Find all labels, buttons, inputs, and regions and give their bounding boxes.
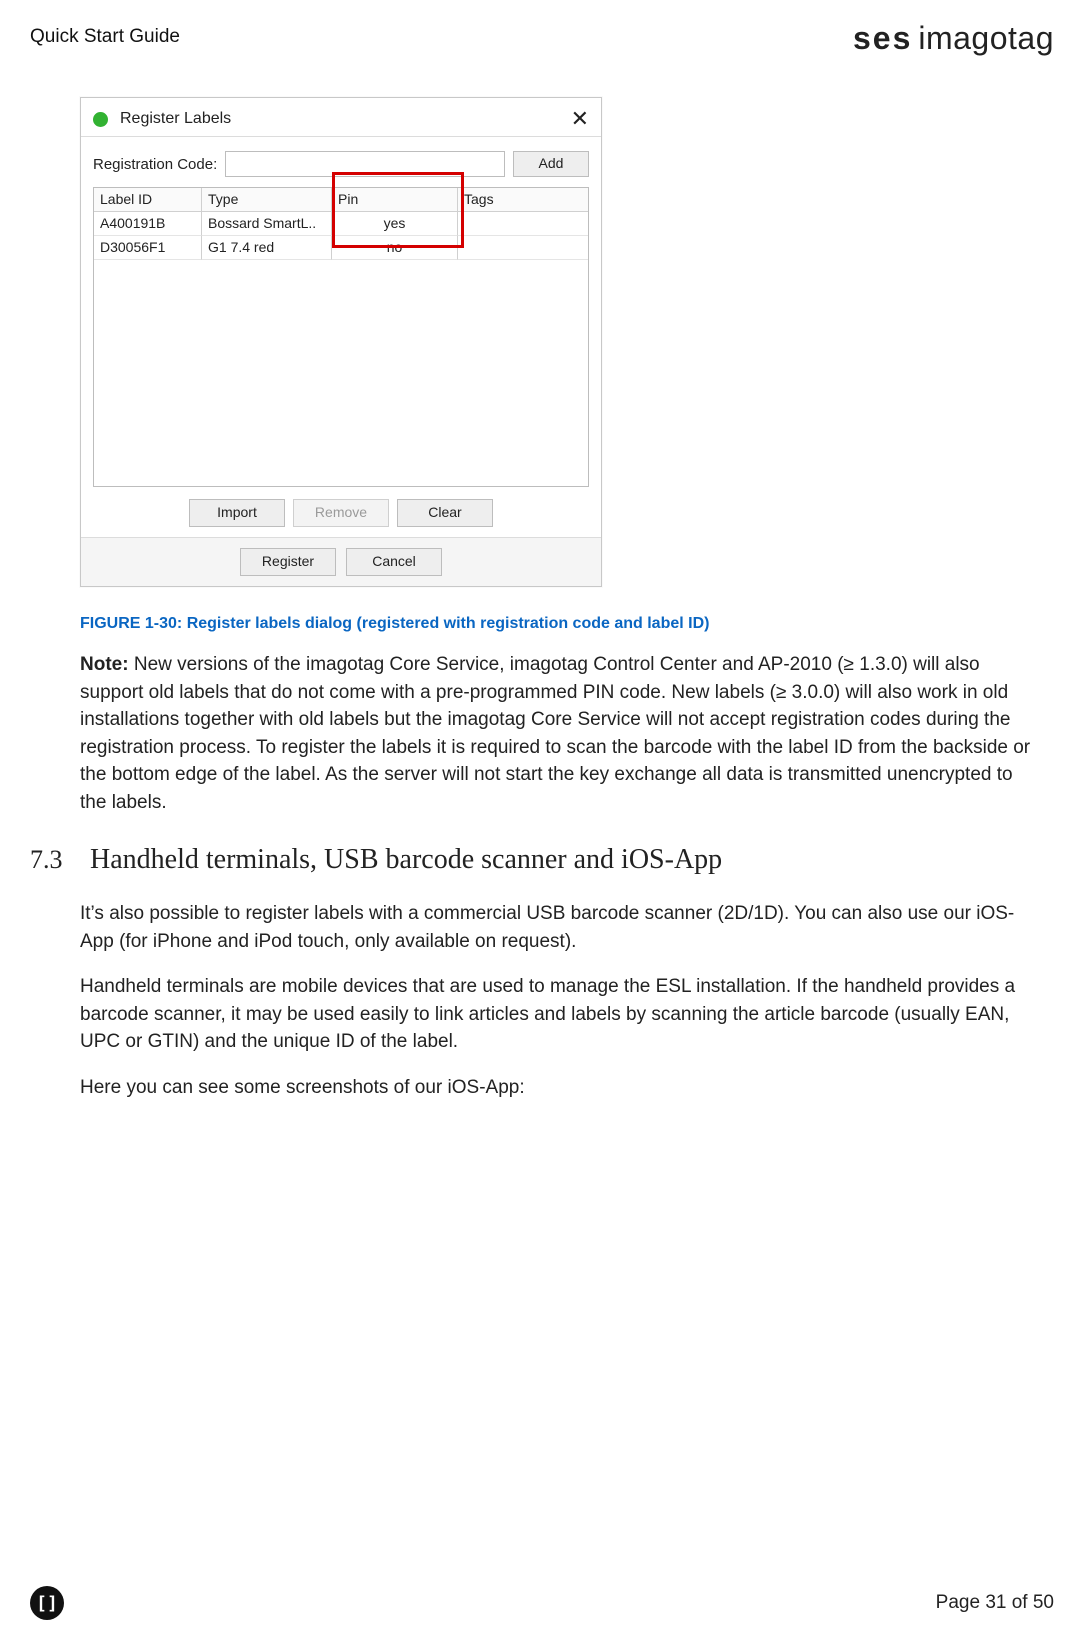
page-content: Register Labels ✕ Registration Code: Add… — [30, 97, 1054, 1102]
cell-tags — [458, 236, 588, 260]
cell-label-id: D30056F1 — [94, 236, 202, 260]
note-label: Note: — [80, 654, 129, 675]
remove-button[interactable]: Remove — [293, 499, 389, 527]
note-paragraph: Note: New versions of the imagotag Core … — [80, 651, 1044, 816]
doc-title: Quick Start Guide — [30, 20, 180, 48]
table-row[interactable]: A400191B Bossard SmartL.. yes — [94, 212, 588, 236]
dialog-wrapper: Register Labels ✕ Registration Code: Add… — [80, 97, 602, 587]
footer-brackets-icon: [] — [30, 1586, 64, 1620]
dialog-body: Registration Code: Add Label ID Type Pin… — [81, 137, 601, 537]
import-button[interactable]: Import — [189, 499, 285, 527]
figure-caption: FIGURE 1-30: Register labels dialog (reg… — [80, 615, 1044, 633]
body-paragraph: Here you can see some screenshots of our… — [80, 1074, 1044, 1102]
registration-code-input[interactable] — [225, 151, 505, 177]
col-tags[interactable]: Tags — [458, 188, 588, 212]
registration-code-label: Registration Code: — [93, 156, 217, 173]
register-labels-dialog: Register Labels ✕ Registration Code: Add… — [80, 97, 602, 587]
labels-grid: Label ID Type Pin Tags A400191B Bossard … — [93, 187, 589, 487]
section-heading: 7.3 Handheld terminals, USB barcode scan… — [80, 844, 1044, 876]
body-paragraph: It’s also possible to register labels wi… — [80, 900, 1044, 955]
section-number: 7.3 — [30, 845, 66, 875]
status-dot-icon — [93, 112, 108, 127]
table-row[interactable]: D30056F1 G1 7.4 red no — [94, 236, 588, 260]
body-paragraph: Handheld terminals are mobile devices th… — [80, 973, 1044, 1056]
section-title: Handheld terminals, USB barcode scanner … — [90, 844, 722, 876]
grid-header: Label ID Type Pin Tags — [94, 188, 588, 212]
clear-button[interactable]: Clear — [397, 499, 493, 527]
logo-imagotag: imagotag — [918, 20, 1054, 56]
page-header: Quick Start Guide sesimagotag — [30, 20, 1054, 57]
grid-empty-area — [94, 260, 588, 486]
dialog-titlebar: Register Labels ✕ — [81, 98, 601, 137]
cell-type: Bossard SmartL.. — [202, 212, 332, 236]
cell-pin: yes — [332, 212, 458, 236]
dialog-title: Register Labels — [120, 110, 231, 128]
close-icon[interactable]: ✕ — [571, 106, 589, 132]
cell-tags — [458, 212, 588, 236]
dialog-mid-buttons: Import Remove Clear — [93, 487, 589, 537]
cell-label-id: A400191B — [94, 212, 202, 236]
col-type[interactable]: Type — [202, 188, 332, 212]
col-label-id[interactable]: Label ID — [94, 188, 202, 212]
note-text: New versions of the imagotag Core Servic… — [80, 654, 1030, 813]
add-button[interactable]: Add — [513, 151, 589, 177]
page-footer: [] Page 31 of 50 — [30, 1586, 1054, 1620]
cell-pin: no — [332, 236, 458, 260]
cell-type: G1 7.4 red — [202, 236, 332, 260]
registration-code-row: Registration Code: Add — [93, 147, 589, 187]
register-button[interactable]: Register — [240, 548, 336, 576]
brand-logo: sesimagotag — [853, 20, 1054, 57]
dialog-bottom-buttons: Register Cancel — [81, 537, 601, 586]
logo-ses: ses — [853, 20, 912, 56]
page-number: Page 31 of 50 — [936, 1592, 1054, 1614]
col-pin[interactable]: Pin — [332, 188, 458, 212]
cancel-button[interactable]: Cancel — [346, 548, 442, 576]
